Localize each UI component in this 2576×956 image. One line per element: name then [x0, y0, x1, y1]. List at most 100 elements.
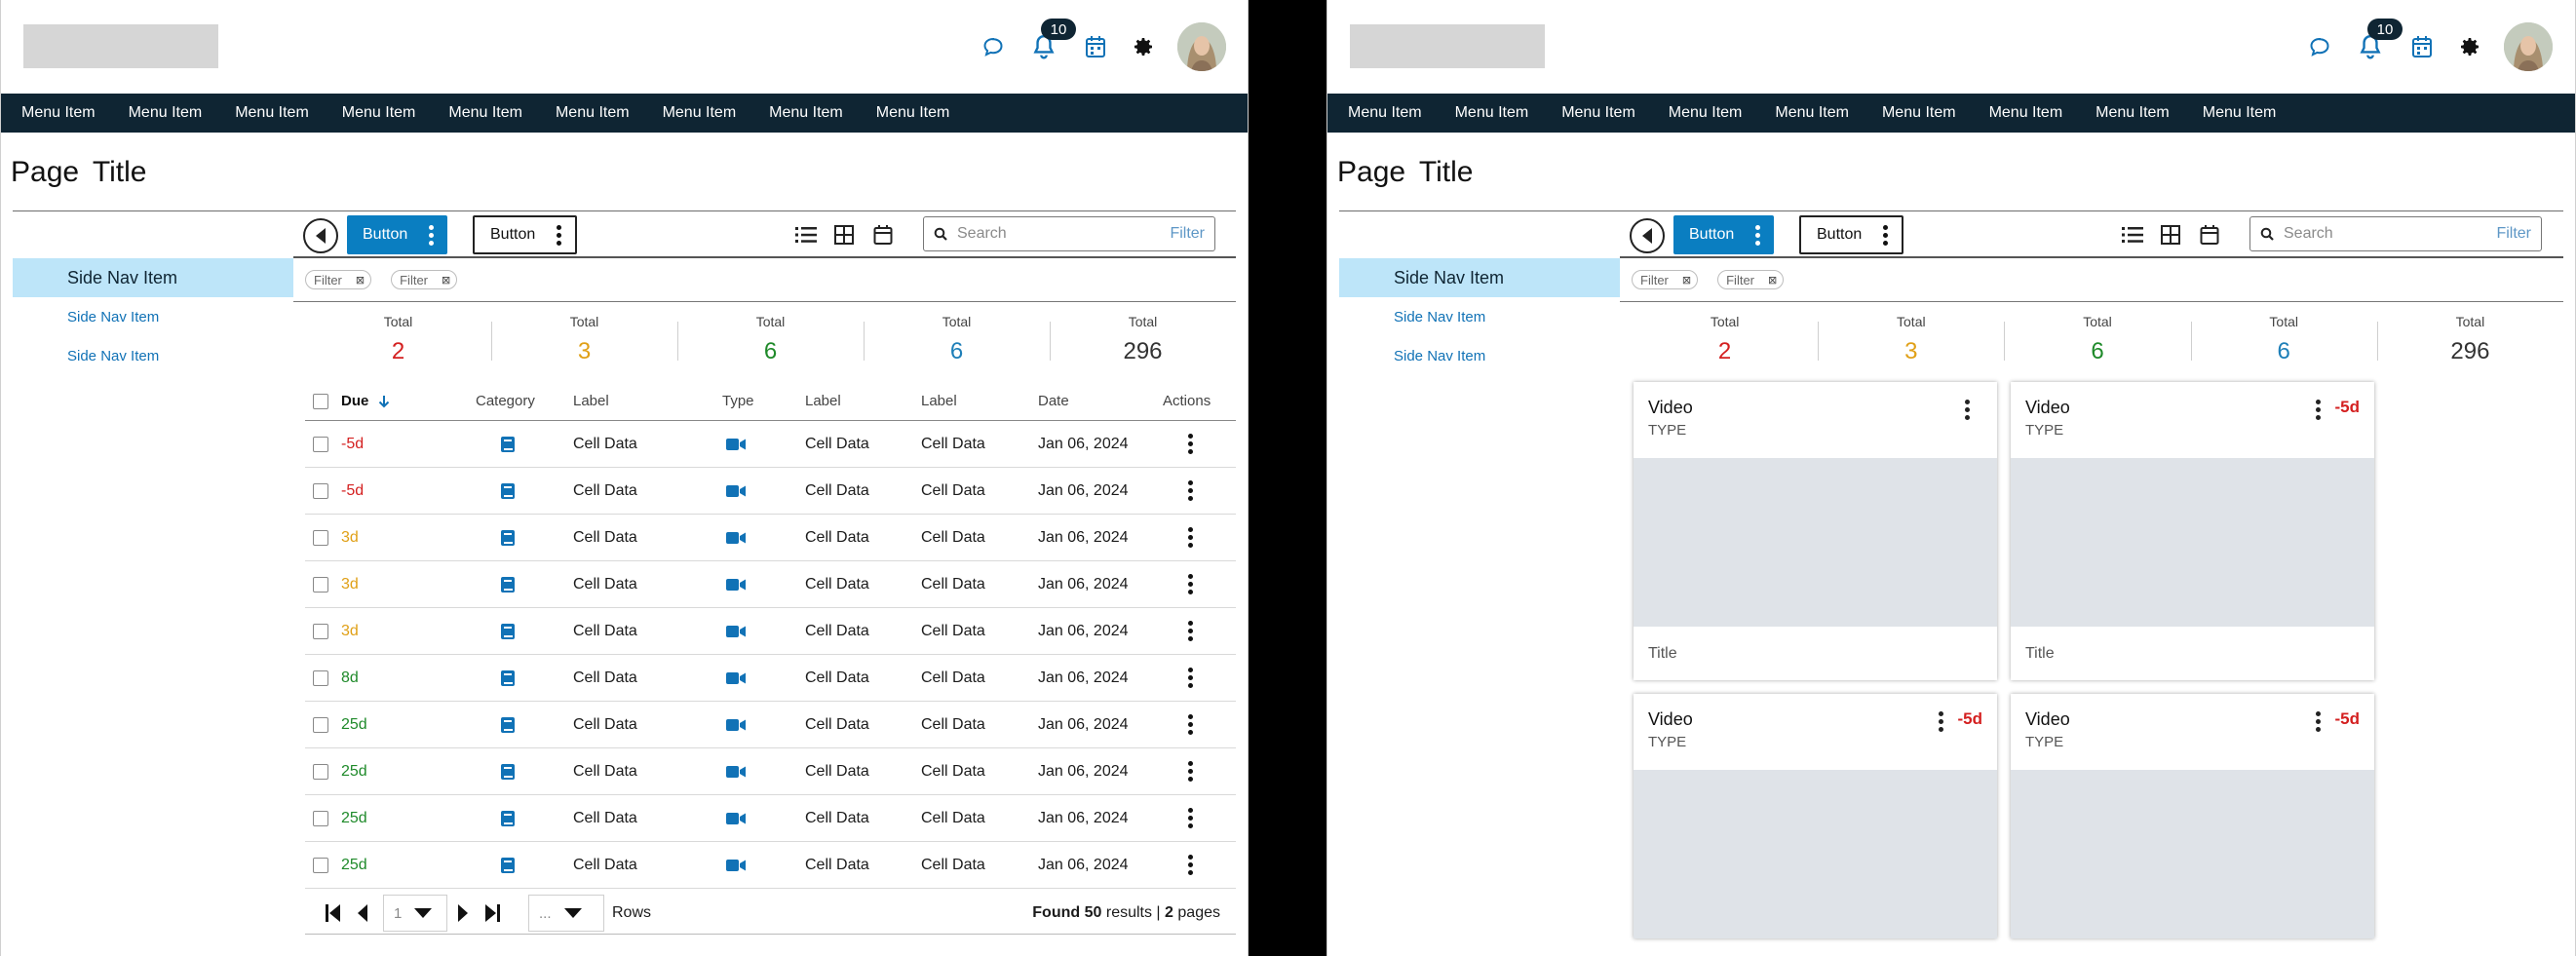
row-actions-icon[interactable] — [1188, 668, 1193, 688]
row-checkbox[interactable] — [313, 810, 328, 826]
card-menu-icon[interactable] — [1965, 400, 1970, 420]
remove-filter-icon[interactable]: ⊠ — [1768, 274, 1777, 287]
row-checkbox[interactable] — [313, 623, 328, 639]
side-nav-item[interactable]: Side Nav Item — [13, 297, 293, 336]
page-select[interactable]: 1 — [383, 895, 447, 932]
menu-item[interactable]: Menu Item — [1989, 104, 2063, 122]
last-page-icon[interactable] — [483, 903, 501, 923]
bell-icon[interactable]: 10 — [1029, 19, 1076, 63]
menu-item[interactable]: Menu Item — [1775, 104, 1849, 122]
column-header-due[interactable]: Due — [341, 382, 390, 420]
row-actions-icon[interactable] — [1188, 574, 1193, 594]
row-actions-icon[interactable] — [1188, 480, 1193, 501]
primary-button[interactable]: Button — [1673, 215, 1775, 254]
search-input[interactable]: Search Filter — [923, 216, 1215, 251]
search-filter-link[interactable]: Filter — [2496, 225, 2531, 243]
collapse-nav-button[interactable] — [303, 218, 338, 253]
calendar-view-icon[interactable] — [871, 223, 895, 247]
card-menu-icon[interactable] — [1939, 711, 1943, 732]
select-all-checkbox[interactable] — [313, 393, 328, 409]
menu-item[interactable]: Menu Item — [129, 104, 203, 122]
gear-icon[interactable] — [2455, 30, 2484, 63]
primary-button[interactable]: Button — [347, 215, 448, 254]
filter-chip[interactable]: Filter ⊠ — [305, 270, 372, 289]
next-page-icon[interactable] — [456, 903, 470, 923]
side-nav-item[interactable]: Side Nav Item — [13, 336, 293, 375]
secondary-button[interactable]: Button — [473, 215, 578, 254]
menu-item[interactable]: Menu Item — [663, 104, 737, 122]
row-actions-icon[interactable] — [1188, 621, 1193, 641]
menu-item[interactable]: Menu Item — [448, 104, 522, 122]
table-row[interactable]: 3d Cell Data Cell Data Cell Data Jan 06, 202… — [305, 561, 1236, 608]
collapse-nav-button[interactable] — [1630, 218, 1665, 253]
row-actions-icon[interactable] — [1188, 761, 1193, 782]
menu-item[interactable]: Menu Item — [876, 104, 950, 122]
avatar[interactable] — [2504, 22, 2553, 71]
card-menu-icon[interactable] — [2316, 400, 2321, 420]
row-actions-icon[interactable] — [1188, 855, 1193, 875]
row-checkbox[interactable] — [313, 482, 328, 499]
gear-icon[interactable] — [1129, 30, 1158, 63]
column-header-date[interactable]: Date — [1038, 382, 1069, 420]
previous-page-icon[interactable] — [356, 903, 369, 923]
bell-icon[interactable]: 10 — [2356, 19, 2403, 63]
remove-filter-icon[interactable]: ⊠ — [1682, 274, 1691, 287]
table-row[interactable]: 3d Cell Data Cell Data Cell Data Jan 06, 202… — [305, 608, 1236, 655]
menu-item[interactable]: Menu Item — [2203, 104, 2277, 122]
search-input[interactable]: Search Filter — [2249, 216, 2542, 251]
card-menu-icon[interactable] — [2316, 711, 2321, 732]
row-checkbox[interactable] — [313, 763, 328, 780]
menu-item[interactable]: Menu Item — [235, 104, 309, 122]
row-checkbox[interactable] — [313, 716, 328, 733]
chat-icon[interactable] — [979, 30, 1008, 63]
table-row[interactable]: 25d Cell Data Cell Data Cell Data Jan 06, 20… — [305, 748, 1236, 795]
media-card[interactable]: Video TYPE -5d — [1634, 694, 1997, 938]
calendar-icon[interactable] — [1081, 30, 1110, 63]
secondary-button[interactable]: Button — [1799, 215, 1904, 254]
menu-item[interactable]: Menu Item — [21, 104, 96, 122]
table-row[interactable]: -5d Cell Data Cell Data Cell Data Jan 06, 20… — [305, 421, 1236, 468]
row-actions-icon[interactable] — [1188, 527, 1193, 548]
row-actions-icon[interactable] — [1188, 808, 1193, 828]
menu-item[interactable]: Menu Item — [2095, 104, 2170, 122]
menu-item[interactable]: Menu Item — [1561, 104, 1635, 122]
chat-icon[interactable] — [2305, 30, 2334, 63]
calendar-view-icon[interactable] — [2198, 223, 2221, 247]
menu-item[interactable]: Menu Item — [1669, 104, 1743, 122]
rows-per-page-select[interactable]: ... — [528, 895, 604, 932]
filter-chip[interactable]: Filter ⊠ — [391, 270, 458, 289]
table-row[interactable]: 25d Cell Data Cell Data Cell Data Jan 06, 20… — [305, 842, 1236, 889]
menu-item[interactable]: Menu Item — [1882, 104, 1956, 122]
row-checkbox[interactable] — [313, 669, 328, 686]
table-row[interactable]: 25d Cell Data Cell Data Cell Data Jan 06, 20… — [305, 702, 1236, 748]
row-actions-icon[interactable] — [1188, 714, 1193, 735]
table-row[interactable]: -5d Cell Data Cell Data Cell Data Jan 06, 20… — [305, 468, 1236, 515]
menu-item[interactable]: Menu Item — [556, 104, 630, 122]
column-header-label[interactable]: Label — [573, 382, 609, 420]
table-row[interactable]: 8d Cell Data Cell Data Cell Data Jan 06, 202… — [305, 655, 1236, 702]
media-card[interactable]: Video TYPE -5d — [2011, 694, 2374, 938]
row-checkbox[interactable] — [313, 436, 328, 452]
side-nav-item-active[interactable]: Side Nav Item — [13, 258, 293, 297]
remove-filter-icon[interactable]: ⊠ — [356, 274, 365, 287]
side-nav-item-active[interactable]: Side Nav Item — [1339, 258, 1620, 297]
list-view-icon[interactable] — [794, 223, 818, 247]
column-header-category[interactable]: Category — [476, 382, 535, 420]
row-actions-icon[interactable] — [1188, 434, 1193, 454]
filter-chip[interactable]: Filter ⊠ — [1717, 270, 1785, 289]
column-header-type[interactable]: Type — [722, 382, 754, 420]
grid-view-icon[interactable] — [832, 223, 856, 247]
side-nav-item[interactable]: Side Nav Item — [1339, 297, 1620, 336]
list-view-icon[interactable] — [2121, 223, 2144, 247]
row-checkbox[interactable] — [313, 576, 328, 593]
menu-item[interactable]: Menu Item — [1455, 104, 1529, 122]
side-nav-item[interactable]: Side Nav Item — [1339, 336, 1620, 375]
column-header-label[interactable]: Label — [921, 382, 957, 420]
grid-view-icon[interactable] — [2159, 223, 2182, 247]
filter-chip[interactable]: Filter ⊠ — [1632, 270, 1699, 289]
column-header-label[interactable]: Label — [805, 382, 841, 420]
menu-item[interactable]: Menu Item — [342, 104, 416, 122]
remove-filter-icon[interactable]: ⊠ — [442, 274, 450, 287]
row-checkbox[interactable] — [313, 529, 328, 546]
row-checkbox[interactable] — [313, 857, 328, 873]
